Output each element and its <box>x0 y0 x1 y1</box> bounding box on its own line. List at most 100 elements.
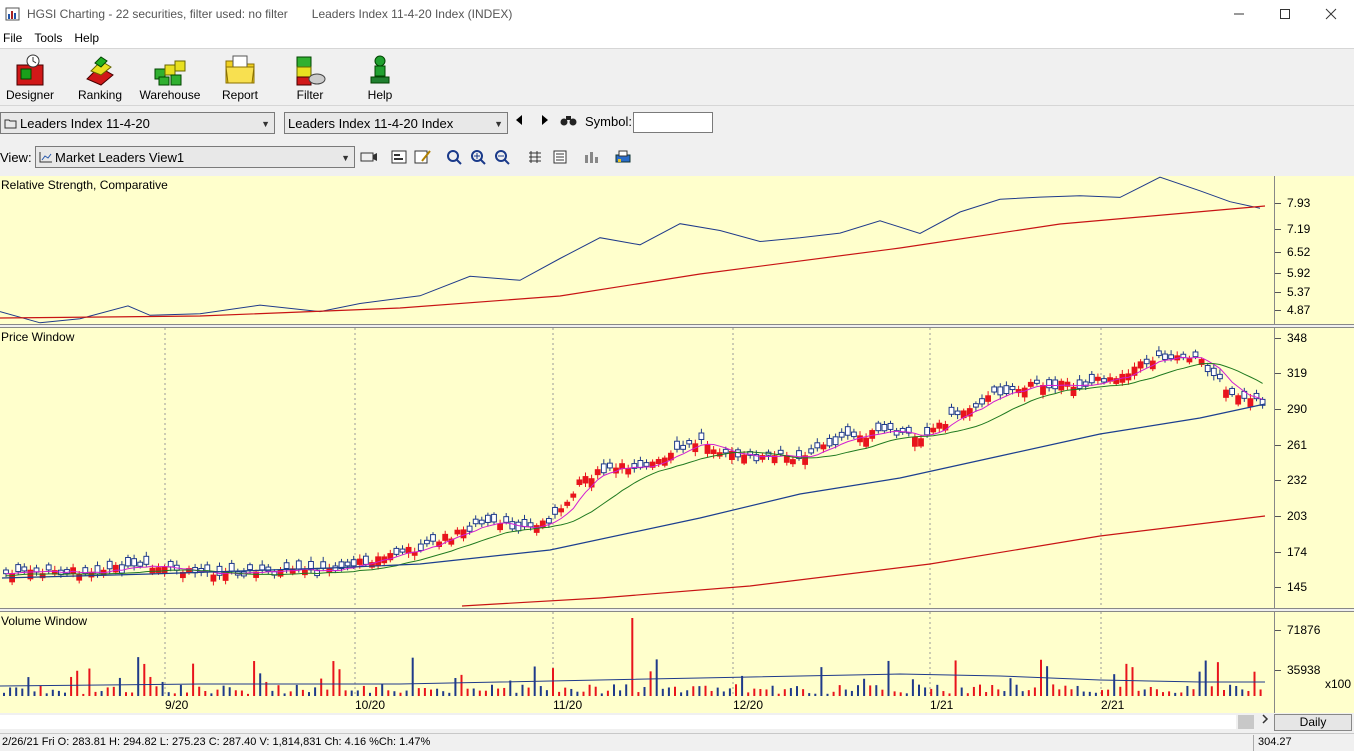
volume-bar <box>436 688 439 696</box>
volume-bar <box>491 684 493 696</box>
chevron-down-icon: ▼ <box>494 119 503 129</box>
ranking-button[interactable]: Ranking <box>68 53 132 105</box>
price-candle <box>295 560 302 570</box>
report-button[interactable]: Report <box>208 53 272 105</box>
volume-bar <box>1058 689 1061 696</box>
edit-icon[interactable] <box>414 149 432 165</box>
minimize-button[interactable] <box>1216 0 1262 28</box>
print-icon[interactable] <box>614 149 632 165</box>
zoom-in-icon[interactable] <box>470 149 488 165</box>
price-tick <box>1275 480 1281 481</box>
list-icon[interactable] <box>552 149 570 165</box>
volume-bar <box>930 688 933 696</box>
filter-button[interactable]: Filter <box>278 53 342 105</box>
price-candle <box>674 440 680 450</box>
volume-bar <box>1229 684 1232 696</box>
price-candle <box>1229 387 1235 396</box>
volume-bar <box>1064 685 1067 696</box>
zoom-icon[interactable] <box>446 149 464 165</box>
help-button[interactable]: Help <box>348 53 412 105</box>
price-tick-label: 348 <box>1287 331 1308 345</box>
price-candle <box>844 426 851 436</box>
price-candle <box>918 438 924 447</box>
report-icon <box>225 55 255 84</box>
list-select[interactable]: Leaders Index 11-4-20 ▼ <box>0 112 275 134</box>
scroll-thumb[interactable] <box>1238 715 1254 729</box>
menu-file[interactable]: File <box>0 31 27 45</box>
volume-bar <box>9 687 12 696</box>
prev-arrow-icon[interactable] <box>514 114 524 126</box>
date-label: 1/21 <box>930 698 954 712</box>
relative-strength-panel[interactable]: Relative Strength, Comparative <box>0 176 1274 324</box>
price-candle <box>924 426 931 436</box>
menu-help[interactable]: Help <box>71 31 104 45</box>
price-candle <box>607 462 613 469</box>
price-panel[interactable]: Price Window <box>0 328 1274 608</box>
volume-bar <box>1131 667 1134 696</box>
save-view-icon[interactable] <box>360 150 378 164</box>
price-candle <box>820 444 827 450</box>
volume-bar <box>381 684 384 696</box>
warehouse-button[interactable]: Warehouse <box>138 53 202 105</box>
price-candle <box>1088 373 1095 384</box>
price-candle <box>997 386 1004 396</box>
view-row: View: Market Leaders View1 ▼ <box>0 142 1354 172</box>
volume-bar <box>1235 685 1238 696</box>
volume-bar <box>222 685 225 696</box>
chart-type-icon[interactable] <box>583 149 601 165</box>
volume-bar <box>674 686 676 696</box>
rs-tick-label: 6.52 <box>1287 245 1311 259</box>
price-axis: 348 319 290 261 232 203 174 145 <box>1274 328 1354 608</box>
price-candle <box>582 476 589 484</box>
volume-bar <box>625 684 628 696</box>
volume-bar <box>875 685 878 696</box>
price-candle <box>680 444 687 450</box>
window-subtitle: Leaders Index 11-4-20 Index (INDEX) <box>311 7 513 21</box>
maximize-button[interactable] <box>1262 0 1308 28</box>
price-candle <box>344 561 351 567</box>
price-candle <box>1192 351 1199 358</box>
price-candle <box>973 403 979 408</box>
zoom-out-icon[interactable] <box>494 149 512 165</box>
next-arrow-icon[interactable] <box>540 114 550 126</box>
volume-bar <box>588 684 591 696</box>
volume-bar <box>228 687 231 696</box>
price-candle <box>466 525 473 532</box>
symbol-input[interactable] <box>633 112 713 133</box>
volume-tick-label: 71876 <box>1287 623 1321 637</box>
price-candle <box>1210 367 1217 377</box>
volume-unit: x100 <box>1325 677 1352 691</box>
volume-bar <box>70 676 73 696</box>
price-candle <box>637 460 644 469</box>
price-candle <box>704 444 711 454</box>
volume-bar <box>497 688 500 696</box>
price-candle <box>1101 378 1107 383</box>
price-candle <box>875 422 882 432</box>
volume-bar <box>997 689 1000 696</box>
volume-bar <box>1186 685 1189 696</box>
price-candle <box>814 442 821 449</box>
price-candle <box>912 436 918 447</box>
security-select[interactable]: Leaders Index 11-4-20 Index ▼ <box>284 112 508 134</box>
volume-bar <box>820 667 823 696</box>
price-candle <box>1052 379 1059 390</box>
scroll-right-button[interactable] <box>1258 714 1272 730</box>
price-candle <box>430 534 436 542</box>
price-candle <box>283 562 290 569</box>
designer-button[interactable]: Designer <box>0 53 62 105</box>
price-candle <box>460 529 467 539</box>
bars-icon[interactable] <box>527 149 545 165</box>
chevron-down-icon: ▼ <box>261 119 270 129</box>
view-select[interactable]: Market Leaders View1 ▼ <box>35 146 355 168</box>
price-candle <box>119 564 125 574</box>
binoculars-icon[interactable] <box>560 113 578 127</box>
close-button[interactable] <box>1308 0 1354 28</box>
close-icon <box>1325 8 1337 20</box>
menu-bar: File Tools Help <box>0 28 1354 48</box>
menu-tools[interactable]: Tools <box>31 31 67 45</box>
volume-bar <box>649 671 652 696</box>
properties-icon[interactable] <box>391 149 409 165</box>
volume-panel[interactable]: Volume Window <box>0 612 1274 696</box>
price-tick-label: 203 <box>1287 509 1308 523</box>
period-button[interactable]: Daily <box>1274 714 1352 731</box>
